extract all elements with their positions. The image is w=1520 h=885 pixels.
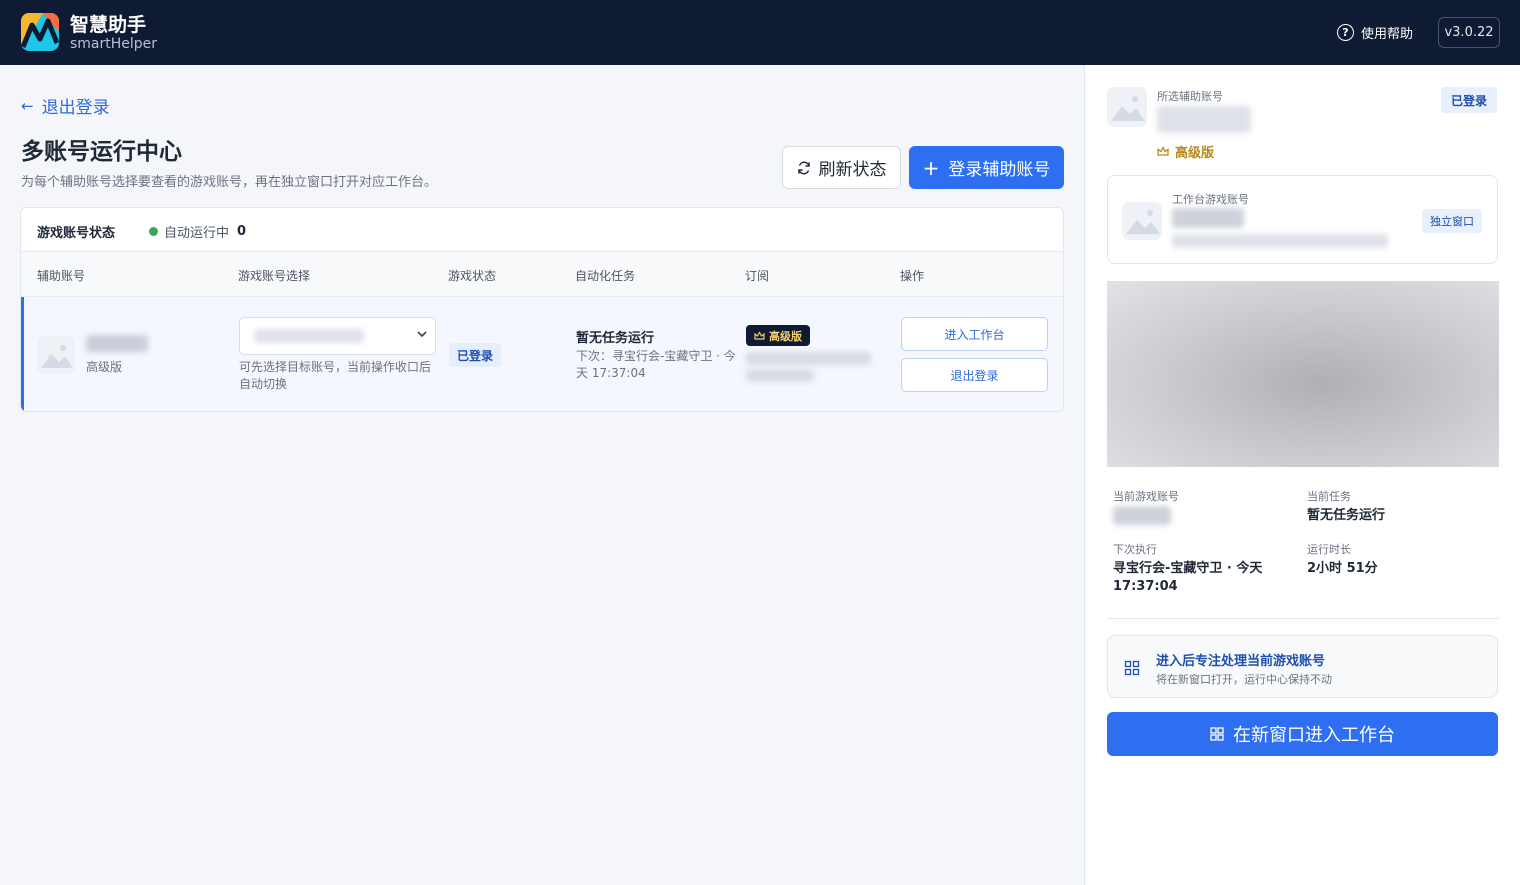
login-assistant-button[interactable]: + 登录辅助账号 xyxy=(909,146,1064,189)
table-row: 高级版 可先选择目标账号，当前操作收口后自动切换 已登录 暂无任务运行 下次：寻… xyxy=(21,297,1063,411)
standalone-window-button[interactable]: 独立窗口 xyxy=(1422,209,1482,233)
col-subscription: 订阅 xyxy=(745,269,770,283)
workspace-account-label: 工作台游戏账号 xyxy=(1172,193,1249,206)
image-placeholder-icon xyxy=(1107,87,1147,127)
focus-title: 进入后专注处理当前游戏账号 xyxy=(1156,654,1326,669)
next-exec-value: 寻宝行会-宝藏守卫 · 今天 17:37:04 xyxy=(1113,561,1263,594)
back-label: 退出登录 xyxy=(41,98,110,118)
page-title: 多账号运行中心 xyxy=(21,139,182,165)
image-placeholder-icon xyxy=(37,336,75,374)
game-preview-image xyxy=(1107,281,1499,467)
chevron-down-icon xyxy=(417,331,427,338)
column-header-row: 辅助账号 游戏账号选择 游戏状态 自动化任务 订阅 操作 xyxy=(21,252,1063,297)
logout-back-link[interactable]: ← 退出登录 xyxy=(21,93,110,119)
subscription-expiry-blurred xyxy=(746,369,814,382)
refresh-icon xyxy=(797,161,810,174)
version-badge[interactable]: v3.0.22 xyxy=(1438,17,1500,48)
row-logout-button[interactable]: 退出登录 xyxy=(901,358,1048,392)
image-placeholder-icon xyxy=(1122,202,1162,240)
divider xyxy=(1107,618,1499,619)
subscription-badge: 高级版 xyxy=(746,325,810,346)
help-label: 使用帮助 xyxy=(1361,26,1414,42)
help-link[interactable]: ? 使用帮助 xyxy=(1337,22,1413,42)
col-automation-task: 自动化任务 xyxy=(575,269,636,283)
runtime-value: 2小时 51分 xyxy=(1307,561,1378,576)
current-task-label: 当前任务 xyxy=(1307,490,1351,503)
auto-running-count: 0 xyxy=(237,224,247,239)
arrow-left-icon: ← xyxy=(21,96,34,115)
game-account-select[interactable] xyxy=(239,317,436,355)
task-title: 暂无任务运行 xyxy=(576,331,655,346)
next-exec-label: 下次执行 xyxy=(1113,543,1157,556)
crown-icon xyxy=(1157,146,1169,156)
workspace-account-card: 工作台游戏账号 独立窗口 xyxy=(1107,175,1498,264)
assistant-name-blurred xyxy=(86,335,148,352)
refresh-status-button[interactable]: 刷新状态 xyxy=(782,146,901,189)
plus-icon: + xyxy=(922,155,940,180)
current-task-value: 暂无任务运行 xyxy=(1307,508,1386,523)
app-logo xyxy=(21,13,59,51)
help-icon: ? xyxy=(1337,23,1354,41)
grid-icon xyxy=(1124,660,1140,676)
enter-workspace-label: 在新窗口进入工作台 xyxy=(1233,725,1395,746)
current-game-label: 当前游戏账号 xyxy=(1113,490,1179,503)
task-next-run: 下次：寻宝行会-宝藏守卫 · 今天 17:37:04 xyxy=(576,349,736,380)
workspace-account-name-blurred xyxy=(1172,208,1244,228)
workspace-account-detail-blurred xyxy=(1172,234,1388,248)
col-actions: 操作 xyxy=(900,269,925,283)
grid-icon xyxy=(1210,727,1224,741)
auto-running-indicator: 自动运行中 0 xyxy=(149,222,246,241)
subscription-label: 高级版 xyxy=(769,329,802,343)
crown-icon xyxy=(754,330,765,340)
auto-running-label: 自动运行中 xyxy=(164,226,230,241)
top-bar: 智慧助手 smartHelper ? 使用帮助 v3.0.22 xyxy=(0,0,1520,65)
logged-in-badge: 已登录 xyxy=(1441,87,1498,113)
col-game-account-select: 游戏账号选择 xyxy=(238,269,311,283)
table-header-bar: 游戏账号状态 自动运行中 0 xyxy=(21,208,1063,252)
focus-subtitle: 将在新窗口打开，运行中心保持不动 xyxy=(1156,673,1332,686)
selected-account-label: 所选辅助账号 xyxy=(1157,90,1223,103)
col-assistant-account: 辅助账号 xyxy=(37,269,86,283)
app-subtitle: smartHelper xyxy=(70,36,158,52)
account-status-table: 游戏账号状态 自动运行中 0 辅助账号 游戏账号选择 游戏状态 自动化任务 订阅… xyxy=(20,207,1064,412)
page-description: 为每个辅助账号选择要查看的游戏账号，再在独立窗口打开对应工作台。 xyxy=(21,175,438,190)
status-dot-icon xyxy=(149,227,158,236)
assistant-tier: 高级版 xyxy=(86,360,123,374)
game-status-badge: 已登录 xyxy=(449,343,502,367)
selected-account-name-blurred xyxy=(1157,106,1251,133)
app-title: 智慧助手 xyxy=(70,14,147,36)
runtime-label: 运行时长 xyxy=(1307,543,1351,556)
selected-account-blurred xyxy=(254,329,364,343)
current-game-value-blurred xyxy=(1113,506,1171,525)
status-title: 游戏账号状态 xyxy=(37,226,116,241)
account-detail-panel: 所选辅助账号 高级版 已登录 工作台游戏账号 独立窗口 当前游戏账号 当前任务 … xyxy=(1084,65,1520,885)
login-label: 登录辅助账号 xyxy=(948,160,1051,180)
subscription-detail-blurred xyxy=(746,352,871,365)
enter-workspace-button[interactable]: 进入工作台 xyxy=(901,317,1048,351)
enter-workspace-new-window-button[interactable]: 在新窗口进入工作台 xyxy=(1107,712,1498,756)
col-game-status: 游戏状态 xyxy=(448,269,497,283)
select-hint: 可先选择目标账号，当前操作收口后自动切换 xyxy=(239,360,432,391)
selected-tier-label: 高级版 xyxy=(1175,146,1215,161)
focus-mode-card: 进入后专注处理当前游戏账号 将在新窗口打开，运行中心保持不动 xyxy=(1107,635,1498,698)
refresh-label: 刷新状态 xyxy=(818,160,887,180)
selected-account-tier: 高级版 xyxy=(1157,142,1214,161)
